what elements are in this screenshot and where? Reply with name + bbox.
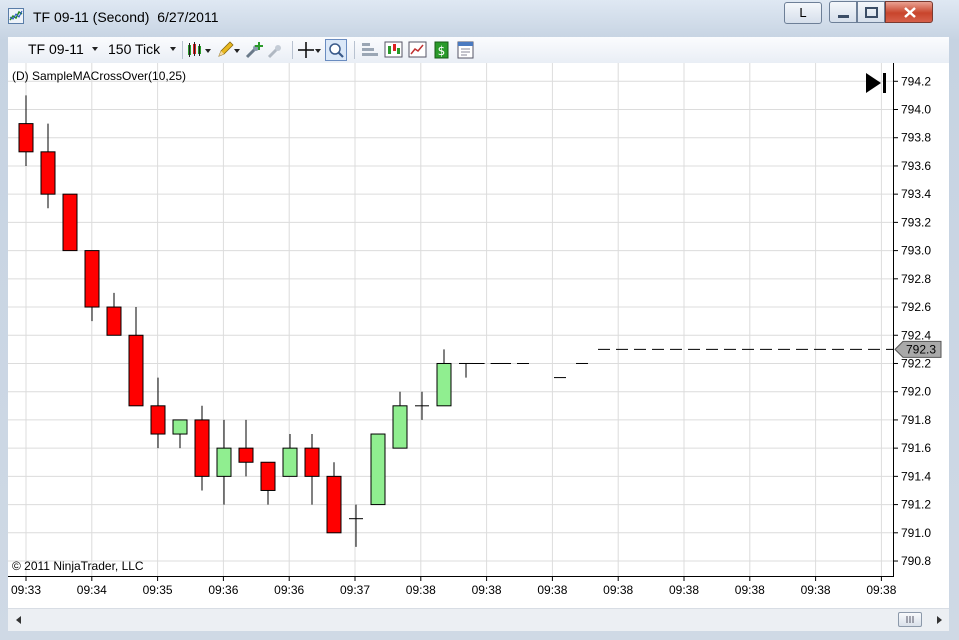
- y-tick-label: 793.2: [901, 215, 931, 229]
- y-tick-label: 793.4: [901, 187, 931, 201]
- up-candle: [216, 447, 232, 477]
- down-candle: [128, 334, 144, 407]
- chevron-down-icon[interactable]: [233, 47, 241, 55]
- y-tick-label: 792.2: [901, 356, 931, 370]
- toolbar-separator: [182, 41, 183, 59]
- price-chart[interactable]: 794.2 794.0 793.8 793.6 793.4 793.2 793.0 792.8…: [8, 63, 949, 608]
- toolbar-separator: [354, 41, 355, 59]
- pencil-draw-icon[interactable]: [215, 40, 235, 60]
- y-tick-label: 793.0: [901, 244, 931, 258]
- copyright-label: © 2011 NinjaTrader, LLC: [12, 559, 144, 573]
- instrument-selector[interactable]: TF 09-11: [28, 41, 84, 57]
- interval-selector[interactable]: 150 Tick: [108, 41, 160, 57]
- window-title: TF 09-11 (Second) 6/27/2011: [33, 9, 219, 25]
- maximize-button[interactable]: [857, 1, 885, 23]
- scroll-right-icon[interactable]: [932, 613, 946, 627]
- y-tick-label: 791.6: [901, 441, 931, 455]
- scrollbar-thumb[interactable]: [898, 612, 922, 627]
- x-tick-label: 09:38: [406, 583, 436, 597]
- up-candle: [370, 433, 386, 506]
- y-tick-label: 794.2: [901, 74, 931, 88]
- strategy-label: (D) SampleMACrossOver(10,25): [12, 69, 187, 83]
- minimize-icon: [838, 15, 849, 18]
- crosshair-icon[interactable]: [296, 40, 316, 60]
- x-tick-label: 09:38: [801, 583, 831, 597]
- x-tick-label: 09:37: [340, 583, 370, 597]
- chart-window: TF 09-11 (Second) 6/27/2011 L TF 09-11 1…: [0, 0, 959, 640]
- remove-indicator-icon[interactable]: [266, 40, 286, 60]
- chart-app-icon: [8, 8, 24, 24]
- down-candle: [106, 306, 122, 336]
- close-button[interactable]: [885, 1, 933, 23]
- link-button[interactable]: L: [784, 2, 822, 24]
- chevron-down-icon[interactable]: [204, 47, 212, 55]
- y-tick-label: 791.2: [901, 498, 931, 512]
- close-icon: [904, 7, 916, 18]
- y-tick-label: 793.8: [901, 131, 931, 145]
- y-tick-label: 791.0: [901, 526, 931, 540]
- up-candle: [436, 362, 452, 407]
- chevron-down-icon[interactable]: [314, 47, 322, 55]
- horizontal-scrollbar[interactable]: [8, 608, 949, 631]
- x-tick-label: 09:33: [11, 583, 41, 597]
- x-tick-label: 09:35: [143, 583, 173, 597]
- chart-panel[interactable]: 794.2 794.0 793.8 793.6 793.4 793.2 793.0 792.8…: [8, 63, 949, 608]
- down-candle: [260, 461, 276, 491]
- properties-icon[interactable]: [456, 40, 476, 60]
- x-tick-label: 09:38: [472, 583, 502, 597]
- grip-icon: [906, 616, 914, 623]
- x-tick-label: 09:38: [669, 583, 699, 597]
- down-candle: [40, 151, 56, 195]
- x-tick-label: 09:38: [537, 583, 567, 597]
- x-tick-label: 09:36: [274, 583, 304, 597]
- down-candle: [84, 250, 100, 308]
- strategy-icon[interactable]: [408, 40, 428, 60]
- chevron-down-icon[interactable]: [169, 45, 177, 53]
- title-bar[interactable]: TF 09-11 (Second) 6/27/2011 L: [0, 0, 959, 34]
- x-tick-label: 09:38: [735, 583, 765, 597]
- y-tick-label: 793.6: [901, 159, 931, 173]
- x-tick-label: 09:34: [77, 583, 107, 597]
- y-tick-label: 794.0: [901, 103, 931, 117]
- down-candle: [194, 419, 210, 477]
- add-indicator-icon[interactable]: [244, 40, 264, 60]
- down-candle: [238, 447, 254, 463]
- down-candle: [304, 447, 320, 477]
- chart-toolbar: TF 09-11 150 Tick $: [8, 37, 949, 64]
- up-candle: [282, 447, 298, 477]
- zoom-icon[interactable]: [325, 39, 347, 61]
- scroll-to-end-icon[interactable]: [866, 73, 886, 93]
- data-box-icon[interactable]: [360, 40, 380, 60]
- link-button-label: L: [799, 5, 807, 20]
- y-tick-label: 792.4: [901, 328, 931, 342]
- x-tick-label: 09:38: [866, 583, 896, 597]
- down-candle: [150, 405, 166, 435]
- toolbar-separator: [292, 41, 293, 59]
- y-tick-label: 790.8: [901, 554, 931, 568]
- maximize-icon: [865, 7, 878, 18]
- y-tick-label: 791.4: [901, 469, 931, 483]
- y-tick-label: 792.8: [901, 272, 931, 286]
- minimize-button[interactable]: [829, 1, 857, 23]
- scroll-left-icon[interactable]: [12, 613, 26, 627]
- y-tick-label: 792.6: [901, 300, 931, 314]
- y-tick-label: 792.0: [901, 385, 931, 399]
- down-candle: [326, 475, 342, 534]
- svg-text:$: $: [438, 44, 446, 58]
- x-tick-label: 09:38: [603, 583, 633, 597]
- bar-type-icon[interactable]: [186, 40, 206, 60]
- up-candle: [392, 405, 408, 449]
- x-tick-label: 09:36: [208, 583, 238, 597]
- chart-style-icon[interactable]: [384, 40, 404, 60]
- last-price-label: 792.3: [906, 342, 936, 356]
- up-candle: [172, 419, 188, 435]
- chevron-down-icon[interactable]: [91, 45, 99, 53]
- y-tick-label: 791.8: [901, 413, 931, 427]
- dollar-performance-icon[interactable]: $: [432, 40, 452, 60]
- down-candle: [62, 193, 78, 252]
- down-candle: [18, 123, 34, 153]
